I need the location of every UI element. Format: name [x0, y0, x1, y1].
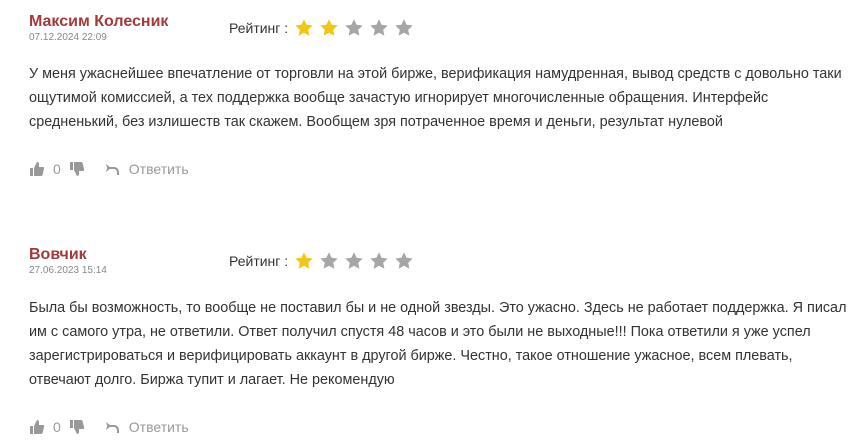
star-icon [319, 18, 339, 38]
star-icon [369, 251, 389, 271]
review-date: 07.12.2024 22:09 [29, 32, 107, 43]
star-rating [294, 251, 419, 271]
review-rating: Рейтинг : [229, 15, 419, 41]
star-icon [394, 251, 414, 271]
rating-label: Рейтинг : [229, 20, 289, 36]
review-actions: 0 Ответить [29, 159, 189, 179]
review-text: Была бы возможность, то вообще не постав… [29, 300, 847, 388]
star-icon [294, 18, 314, 38]
thumbs-down-icon[interactable] [69, 161, 85, 177]
like-count: 0 [53, 161, 61, 177]
review-text: У меня ужаснейшее впечатление от торговл… [29, 66, 842, 130]
star-icon [319, 251, 339, 271]
reply-arrow-icon [105, 161, 121, 177]
star-rating [294, 18, 419, 38]
like-count: 0 [53, 419, 61, 435]
star-icon [294, 251, 314, 271]
reply-label: Ответить [128, 419, 189, 435]
reply-label: Ответить [128, 161, 189, 177]
thumbs-down-icon[interactable] [69, 419, 85, 435]
rating-label: Рейтинг : [229, 253, 289, 269]
star-icon [394, 18, 414, 38]
review-author: Вовчик [29, 246, 87, 263]
reply-button[interactable]: Ответить [105, 419, 189, 435]
reply-arrow-icon [105, 419, 121, 435]
star-icon [369, 18, 389, 38]
review-actions: 0 Ответить [29, 417, 189, 437]
thumbs-up-icon[interactable] [29, 161, 45, 177]
thumbs-up-icon[interactable] [29, 419, 45, 435]
star-icon [344, 18, 364, 38]
reply-button[interactable]: Ответить [105, 161, 189, 177]
star-icon [344, 251, 364, 271]
review-author: Максим Колесник [29, 13, 169, 30]
review-date: 27.06.2023 15:14 [29, 265, 107, 276]
review-rating: Рейтинг : [229, 248, 419, 274]
